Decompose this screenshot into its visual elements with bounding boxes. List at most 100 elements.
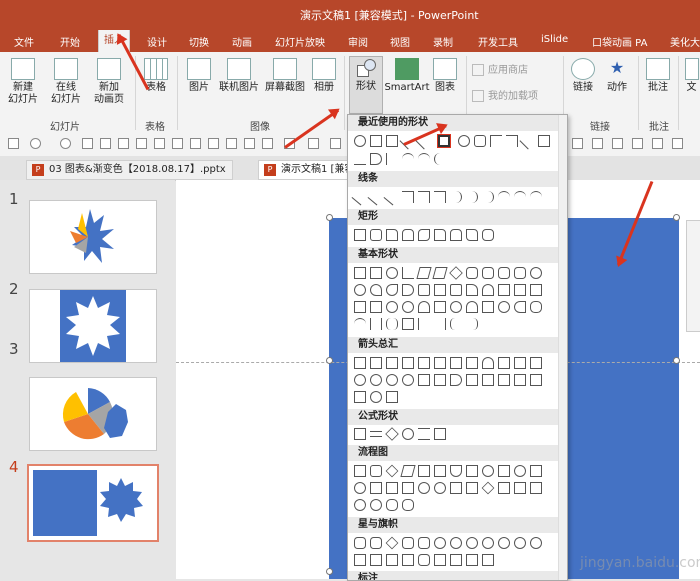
sun-icon[interactable] xyxy=(498,301,510,313)
lightning-icon[interactable] xyxy=(482,301,494,313)
rectangle-shape-icon[interactable] xyxy=(354,229,366,241)
basic-shape-icon[interactable] xyxy=(354,318,366,330)
shape-elbow-icon[interactable] xyxy=(490,135,502,147)
block-arrow-icon[interactable] xyxy=(514,357,526,369)
star-shape-icon[interactable] xyxy=(418,537,430,549)
not-equal-shape-icon[interactable] xyxy=(434,428,446,440)
block-arrow-icon[interactable] xyxy=(386,391,398,403)
bracket-icon[interactable] xyxy=(370,318,382,330)
line-shape-icon[interactable] xyxy=(367,188,385,206)
multiply-shape-icon[interactable] xyxy=(385,427,399,441)
block-arrow-icon[interactable] xyxy=(354,374,366,386)
basic-shape-icon[interactable] xyxy=(482,267,494,279)
resize-handle[interactable] xyxy=(326,214,333,221)
flowchart-shape-icon[interactable] xyxy=(530,482,542,494)
chart-button[interactable]: 图表 xyxy=(430,58,460,94)
brace-icon[interactable] xyxy=(450,318,462,330)
redo-icon[interactable] xyxy=(60,138,71,149)
basic-shape-icon[interactable] xyxy=(466,267,478,279)
flowchart-shape-icon[interactable] xyxy=(370,499,382,511)
basic-shape-icon[interactable] xyxy=(514,284,526,296)
line-shape-icon[interactable] xyxy=(466,191,478,203)
tab-home[interactable]: 开始 xyxy=(60,34,80,49)
flowchart-shape-icon[interactable] xyxy=(482,465,494,477)
tab-design[interactable]: 设计 xyxy=(147,34,167,49)
flowchart-shape-icon[interactable] xyxy=(514,465,526,477)
banner-shape-icon[interactable] xyxy=(482,554,494,566)
cloud-icon[interactable] xyxy=(530,301,542,313)
toolbar-icon[interactable] xyxy=(652,138,663,149)
resize-handle[interactable] xyxy=(673,214,680,221)
resize-handle[interactable] xyxy=(673,357,680,364)
table-button[interactable]: 表格 xyxy=(140,58,172,94)
basic-shape-icon[interactable] xyxy=(514,267,526,279)
toolbar-icon[interactable] xyxy=(572,138,583,149)
basic-shape-icon[interactable] xyxy=(370,284,382,296)
basic-shape-icon[interactable] xyxy=(434,284,446,296)
tab-slideshow[interactable]: 幻灯片放映 xyxy=(275,34,325,49)
star-shape-icon[interactable] xyxy=(466,537,478,549)
action-button[interactable]: ★ 动作 xyxy=(602,58,632,94)
block-arrow-icon[interactable] xyxy=(466,374,478,386)
toolbar-icon[interactable] xyxy=(190,138,201,149)
eyedropper-icon[interactable] xyxy=(308,138,319,149)
banner-shape-icon[interactable] xyxy=(450,554,462,566)
online-picture-button[interactable]: 联机图片 xyxy=(216,58,262,94)
basic-shape-icon[interactable] xyxy=(530,267,542,279)
resize-handle[interactable] xyxy=(326,357,333,364)
shapes-gallery-dropdown[interactable]: 最近使用的形状 线条 矩形 基本形状 箭头总汇 公式形状 流程图 星与旗帜 标注 xyxy=(347,114,568,581)
tab-pocket-animation[interactable]: 口袋动画 PA xyxy=(592,34,647,49)
flowchart-shape-icon[interactable] xyxy=(354,499,366,511)
flowchart-shape-icon[interactable] xyxy=(450,482,462,494)
banner-shape-icon[interactable] xyxy=(386,554,398,566)
brace-icon[interactable] xyxy=(386,318,398,330)
flowchart-shape-icon[interactable] xyxy=(418,465,430,477)
flowchart-shape-icon[interactable] xyxy=(354,465,366,477)
basic-shape-icon[interactable] xyxy=(449,266,463,280)
flowchart-shape-icon[interactable] xyxy=(370,465,382,477)
new-slide-button[interactable]: 新建 幻灯片 xyxy=(4,58,42,106)
rectangle-shape-icon[interactable] xyxy=(466,229,478,241)
line-shape-icon[interactable] xyxy=(450,191,462,203)
line-shape-icon[interactable] xyxy=(402,191,414,203)
line-shape-icon[interactable] xyxy=(418,191,430,203)
toolbar-icon[interactable] xyxy=(672,138,683,149)
flowchart-shape-icon[interactable] xyxy=(402,482,414,494)
toolbar-icon[interactable] xyxy=(118,138,129,149)
shape-right-arrow-icon[interactable] xyxy=(538,135,550,147)
flowchart-shape-icon[interactable] xyxy=(530,465,542,477)
online-slide-button[interactable]: 在线 幻灯片 xyxy=(46,58,86,106)
basic-shape-icon[interactable] xyxy=(370,267,382,279)
star-shape-icon[interactable] xyxy=(514,537,526,549)
block-arrow-icon[interactable] xyxy=(402,374,414,386)
moon-icon[interactable] xyxy=(514,301,526,313)
shape-down-arrow-icon[interactable] xyxy=(354,153,366,165)
toolbar-icon[interactable] xyxy=(244,138,255,149)
basic-shape-icon[interactable] xyxy=(466,284,478,296)
block-arrow-icon[interactable] xyxy=(530,374,542,386)
app-store-button[interactable]: 应用商店 xyxy=(472,64,558,77)
basic-shape-icon[interactable] xyxy=(432,267,448,279)
block-arrow-icon[interactable] xyxy=(402,357,414,369)
rectangle-shape-icon[interactable] xyxy=(450,229,462,241)
shape-arrow-icon[interactable] xyxy=(519,132,537,150)
basic-shape-icon[interactable] xyxy=(498,284,510,296)
basic-shape-icon[interactable] xyxy=(418,284,430,296)
minus-shape-icon[interactable] xyxy=(370,431,382,437)
banner-shape-icon[interactable] xyxy=(370,554,382,566)
slide-thumbnail-1[interactable] xyxy=(29,200,157,274)
star-shape-icon[interactable] xyxy=(385,536,399,550)
star-shape-icon[interactable] xyxy=(370,537,382,549)
text-button[interactable]: 文 xyxy=(683,58,700,94)
block-arrow-icon[interactable] xyxy=(466,357,478,369)
line-shape-icon[interactable] xyxy=(530,191,542,203)
block-arrow-icon[interactable] xyxy=(482,357,494,369)
line-shape-icon[interactable] xyxy=(514,191,526,203)
flowchart-shape-icon[interactable] xyxy=(466,465,478,477)
tab-beautify[interactable]: 美化大 xyxy=(670,34,700,49)
block-arrow-icon[interactable] xyxy=(354,391,366,403)
rectangle-shape-icon[interactable] xyxy=(482,229,494,241)
basic-shape-icon[interactable] xyxy=(530,284,542,296)
plus-shape-icon[interactable] xyxy=(354,428,366,440)
smartart-button[interactable]: SmartArt xyxy=(384,58,430,94)
